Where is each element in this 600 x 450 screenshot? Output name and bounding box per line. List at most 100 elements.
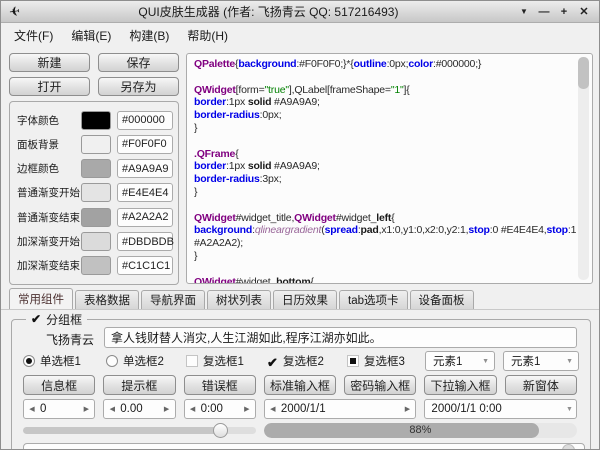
code-token: :0px; — [387, 58, 409, 70]
demo-button-new-window[interactable]: 新窗体 — [505, 375, 577, 395]
demo-button-standard-input[interactable]: 标准输入框 — [264, 375, 336, 395]
color-swatch-button[interactable] — [81, 256, 111, 275]
color-swatch-button[interactable] — [81, 159, 111, 178]
code-token: QWidget — [194, 84, 236, 96]
code-token: color — [408, 58, 433, 70]
code-line: } — [194, 250, 577, 263]
menu-item-build[interactable]: 构建(B) — [120, 25, 178, 46]
code-line: QPalette{background:#F0F0F0;}*{outline:0… — [194, 58, 577, 71]
time-spin[interactable]: ◀0:00▶ — [184, 399, 256, 419]
radio-2[interactable]: 单选框2 — [106, 351, 164, 371]
color-swatch-button[interactable] — [81, 232, 111, 251]
quote-textbox[interactable]: 拿人钱财替人消灾,人生江湖如此,程序江湖亦如此。 — [104, 327, 577, 348]
code-token: [form= — [236, 84, 265, 96]
toolbar-button-open[interactable]: 打开 — [9, 77, 90, 96]
spin-right-arrow-icon[interactable]: ▶ — [81, 405, 91, 413]
code-token: :3px; — [260, 173, 282, 185]
tab-tree-list[interactable]: 树状列表 — [207, 290, 271, 309]
color-hex-input[interactable]: #000000 — [117, 111, 173, 130]
color-swatch-button[interactable] — [81, 183, 111, 202]
tab-table-data[interactable]: 表格数据 — [75, 290, 139, 309]
file-buttons: 新建保存打开另存为 — [9, 53, 179, 96]
color-row-border-color: 边框颜色 #A9A9A9 — [17, 159, 173, 179]
menu-item-file[interactable]: 文件(F) — [5, 25, 62, 46]
code-line: #A2A2A2); — [194, 237, 577, 250]
double-spin[interactable]: ◀0.00▶ — [103, 399, 175, 419]
combo-1[interactable]: 元素1▼ — [425, 351, 495, 371]
color-hex-input[interactable]: #A2A2A2 — [117, 208, 173, 227]
code-token: :#F0F0F0;}*{ — [296, 58, 353, 70]
toolbar-button-saveas[interactable]: 另存为 — [98, 77, 179, 96]
menu-item-edit[interactable]: 编辑(E) — [62, 25, 120, 46]
spin-right-arrow-icon[interactable]: ▶ — [242, 405, 252, 413]
toolbar-button-save[interactable]: 保存 — [98, 53, 179, 72]
code-line: QWidget#widget_bottom{ — [194, 276, 577, 284]
editor-scrollbar[interactable] — [578, 57, 589, 280]
code-token: pad — [361, 224, 379, 236]
checkbox-indicator — [347, 355, 359, 367]
menubar: 文件(F)编辑(E)构建(B)帮助(H) — [1, 24, 599, 46]
color-row-normal-gradient-start: 普通渐变开始#E4E4E4 — [17, 183, 173, 203]
slider-fill — [23, 427, 221, 434]
demo-button-error[interactable]: 错误框 — [184, 375, 256, 395]
combo-2[interactable]: 元素1▼ — [503, 351, 579, 371]
datetime-combobox[interactable]: 2000/1/1 0:00▼ — [424, 399, 577, 419]
tab-calendar[interactable]: 日历效果 — [273, 290, 337, 309]
code-token: #widget_title, — [236, 212, 295, 224]
bottom-scrollbar-thumb[interactable] — [562, 444, 575, 450]
demo-button-dropdown-input[interactable]: 下拉输入框 — [424, 375, 496, 395]
checkbox-1[interactable]: 复选框1 — [186, 351, 244, 371]
spin-left-arrow-icon[interactable]: ◀ — [107, 405, 117, 413]
tab-common-widgets[interactable]: 常用组件 — [9, 288, 73, 309]
int-spin[interactable]: ◀0▶ — [23, 399, 95, 419]
color-swatch-button[interactable] — [81, 135, 111, 154]
color-swatch-button[interactable] — [81, 111, 111, 130]
checkbox-3[interactable]: 复选框3 — [347, 351, 405, 371]
titlebar[interactable]: ✈ QUI皮肤生成器 (作者: 飞扬青云 QQ: 517216493) ▼—+✕ — [1, 1, 599, 23]
spin-left-arrow-icon[interactable]: ◀ — [27, 405, 37, 413]
maximize-button[interactable]: + — [557, 2, 571, 22]
spin-left-arrow-icon[interactable]: ◀ — [268, 405, 278, 413]
radio-1[interactable]: 单选框1 — [23, 351, 81, 371]
tab-nav-ui[interactable]: 导航界面 — [141, 290, 205, 309]
toolbar-button-new[interactable]: 新建 — [9, 53, 90, 72]
color-hex-input[interactable]: #F0F0F0 — [117, 135, 173, 154]
qss-editor[interactable]: QPalette{background:#F0F0F0;}*{outline:0… — [186, 53, 593, 284]
date-spin[interactable]: ◀2000/1/1▶ — [264, 399, 417, 419]
menu-item-help[interactable]: 帮助(H) — [178, 25, 237, 46]
color-hex-input[interactable]: #C1C1C1 — [117, 256, 173, 275]
color-label: 边框颜色 — [17, 161, 81, 176]
code-token: border-radius — [194, 109, 260, 121]
slider-handle[interactable] — [213, 423, 228, 438]
code-token: { — [310, 276, 313, 284]
code-token: :0px; — [260, 109, 282, 121]
demo-button-info[interactable]: 信息框 — [23, 375, 95, 395]
code-token: #widget_ — [236, 276, 276, 284]
skin-menu-button[interactable]: ▼ — [517, 2, 531, 22]
tab-device-panel[interactable]: 设备面板 — [410, 290, 474, 309]
spin-left-arrow-icon[interactable]: ◀ — [188, 405, 198, 413]
code-line — [194, 135, 577, 148]
color-swatch-button[interactable] — [81, 208, 111, 227]
checkbox-2[interactable]: 复选框2 — [266, 351, 324, 371]
code-token: stop — [547, 224, 568, 236]
color-hex-input[interactable]: #E4E4E4 — [117, 183, 173, 202]
author-label: 飞扬青云 — [41, 331, 99, 348]
spin-right-arrow-icon[interactable]: ▶ — [402, 405, 412, 413]
bottom-textedit[interactable]: 拿人钱财替人消灾,人生江湖如此,程序江湖亦如此。 — [23, 443, 585, 450]
editor-scrollbar-thumb[interactable] — [578, 57, 589, 89]
color-hex-input[interactable]: #A9A9A9 — [117, 159, 173, 178]
color-hex-input[interactable]: #DBDBDB — [117, 232, 173, 251]
tab-tab-pages[interactable]: tab选项卡 — [339, 290, 408, 309]
demo-button-password-input[interactable]: 密码输入框 — [344, 375, 416, 395]
color-label: 字体颜色 — [17, 113, 81, 128]
demo-button-tip[interactable]: 提示框 — [103, 375, 175, 395]
groupbox-legend[interactable]: ✔ 分组框 — [26, 311, 87, 327]
code-token: "1" — [391, 84, 404, 96]
minimize-button[interactable]: — — [537, 2, 551, 22]
code-line: } — [194, 186, 577, 199]
close-button[interactable]: ✕ — [577, 2, 591, 22]
window-controls: ▼ — + ✕ — [517, 2, 591, 22]
spin-right-arrow-icon[interactable]: ▶ — [162, 405, 172, 413]
horizontal-slider[interactable] — [23, 422, 256, 439]
